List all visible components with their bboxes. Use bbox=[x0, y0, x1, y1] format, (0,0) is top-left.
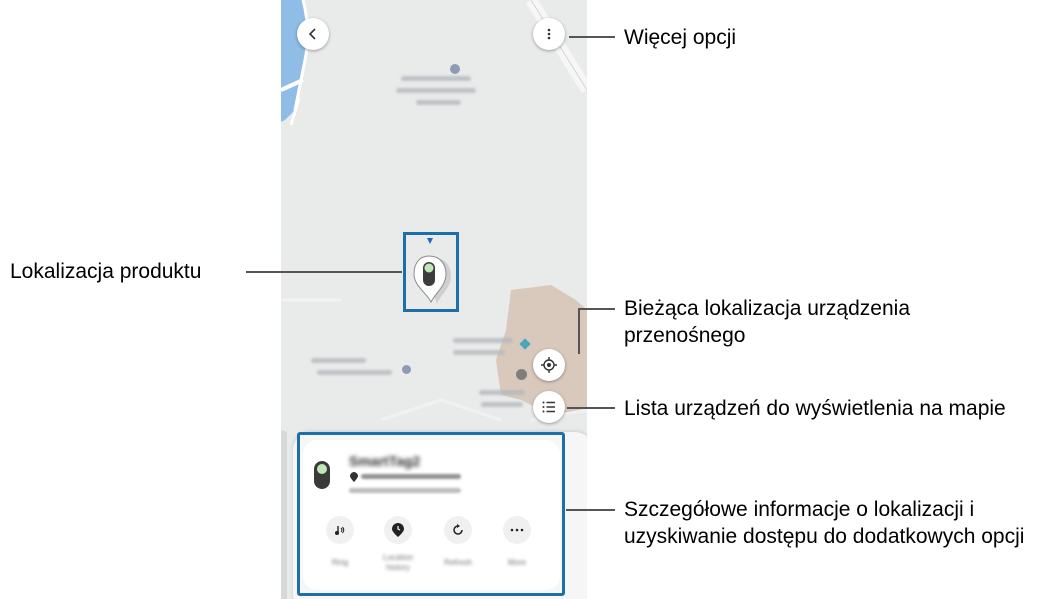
callout-device-list: Lista urządzeń do wyświetlenia na mapie bbox=[624, 397, 1006, 420]
callout-more-options: Więcej opcji bbox=[624, 26, 737, 49]
more-horizontal-icon bbox=[510, 528, 524, 532]
map-poi-icon bbox=[402, 365, 411, 374]
refresh-label: Refresh bbox=[443, 558, 472, 567]
leader-details bbox=[566, 509, 615, 511]
location-history-icon bbox=[392, 523, 404, 537]
more-button[interactable] bbox=[503, 516, 531, 544]
leader-current-location-v bbox=[578, 308, 580, 354]
map-label bbox=[453, 350, 505, 355]
device-updated-time bbox=[349, 488, 461, 493]
map-label bbox=[317, 370, 392, 375]
map-label bbox=[396, 88, 476, 93]
music-note-icon bbox=[335, 526, 345, 535]
callout-details: Szczegółowe informacje o lokalizacji i u… bbox=[624, 498, 1025, 548]
refresh-icon bbox=[453, 524, 463, 535]
leader-product-location bbox=[246, 271, 402, 273]
map-label bbox=[479, 390, 525, 395]
crosshair-icon bbox=[541, 357, 557, 373]
device-address bbox=[361, 474, 461, 479]
back-button[interactable] bbox=[297, 18, 329, 50]
callout-current-location: Bieżąca lokalizacja urządzenia przenośne… bbox=[624, 297, 910, 347]
map-poi-icon bbox=[450, 64, 460, 74]
map-label bbox=[416, 100, 461, 105]
location-history-label: Location history bbox=[382, 553, 414, 572]
list-icon bbox=[542, 401, 555, 413]
leader-device-list bbox=[567, 407, 615, 409]
device-name: SmartTag2 bbox=[349, 453, 421, 469]
map-label bbox=[481, 402, 523, 407]
more-label: More bbox=[507, 558, 527, 567]
location-history-button[interactable] bbox=[384, 516, 412, 544]
chevron-left-icon bbox=[308, 28, 316, 40]
leader-current-location bbox=[578, 308, 615, 310]
leader-more-options bbox=[569, 36, 615, 38]
details-highlight bbox=[297, 432, 565, 596]
phone-screen: SmartTag2 Ring Location history Refresh … bbox=[281, 0, 587, 599]
refresh-button[interactable] bbox=[444, 516, 472, 544]
map-label bbox=[453, 338, 513, 343]
map-label bbox=[401, 76, 471, 81]
device-list-button[interactable] bbox=[533, 391, 565, 423]
location-pin-icon bbox=[350, 472, 358, 482]
more-options-button[interactable] bbox=[533, 18, 565, 50]
ring-button[interactable] bbox=[326, 516, 354, 544]
ring-label: Ring bbox=[331, 558, 349, 567]
callout-product-location: Lokalizacja produktu bbox=[10, 260, 202, 283]
tag-device-icon bbox=[314, 461, 330, 489]
map-poi-icon bbox=[516, 369, 527, 380]
current-location-button[interactable] bbox=[533, 349, 565, 381]
product-marker[interactable] bbox=[407, 236, 457, 308]
map-label bbox=[311, 358, 366, 363]
more-vertical-icon bbox=[547, 28, 551, 40]
